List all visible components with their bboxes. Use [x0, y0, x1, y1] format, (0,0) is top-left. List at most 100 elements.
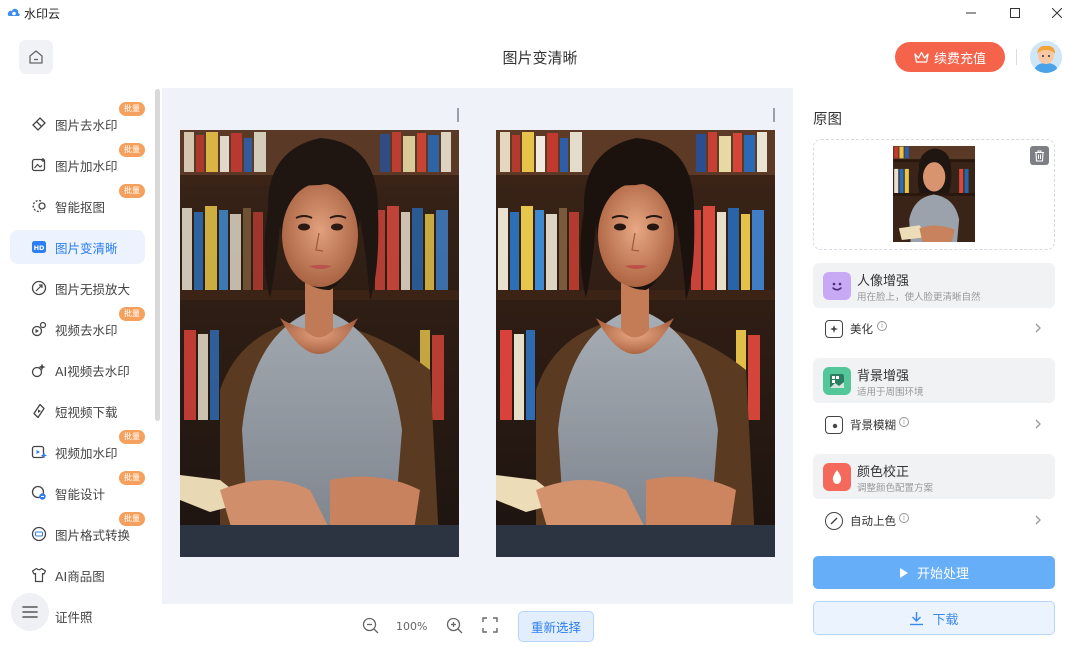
maximize-button[interactable] [992, 0, 1038, 26]
play-icon [899, 567, 908, 578]
download-icon [910, 611, 924, 625]
feature-background-enhance[interactable]: 背景增强 适用于周围环境 [813, 358, 1055, 403]
after-image [496, 130, 775, 557]
feature-subtitle: 调整颜色配置方案 [857, 483, 934, 494]
zoom-bar [162, 604, 793, 648]
sidebar-item-ai-product-image[interactable]: AI商品图 [10, 558, 145, 592]
video-add-icon [31, 444, 47, 460]
info-icon[interactable]: i [899, 417, 909, 427]
fit-screen-button[interactable] [481, 616, 499, 634]
feature-title: 人像增强 [857, 274, 910, 289]
delete-image-button[interactable] [1030, 146, 1049, 165]
sidebar-item-label: 短视频下载 [55, 404, 118, 420]
header-divider [1016, 49, 1017, 65]
close-button[interactable] [1034, 0, 1080, 26]
avatar-icon [1030, 41, 1062, 73]
batch-badge: 批量 [119, 184, 145, 198]
option-beautify[interactable]: 美化 i [813, 309, 1055, 349]
start-label: 开始处理 [916, 567, 969, 582]
feature-portrait-enhance[interactable]: 人像增强 用在脸上，使人脸更清晰自然 [813, 263, 1055, 308]
feature-subtitle: 用在脸上，使人脸更清晰自然 [857, 292, 981, 303]
panel-divider-left [457, 108, 459, 122]
sidebar-item-label: 智能设计 [55, 486, 106, 502]
sidebar-item-label: AI商品图 [55, 568, 105, 584]
sidebar-item-label: 图片格式转换 [55, 527, 131, 543]
option-label: 自动上色 [850, 514, 896, 528]
option-background-blur[interactable]: 背景模糊 i [813, 405, 1055, 445]
avatar[interactable] [1030, 41, 1062, 73]
info-icon[interactable]: i [877, 321, 887, 331]
chevron-right-icon [1035, 419, 1041, 429]
crown-icon [914, 51, 929, 63]
download-label: 下载 [932, 612, 959, 628]
feature-title: 背景增强 [857, 369, 910, 384]
landscape-grid-icon [823, 367, 851, 395]
panel-divider-right [773, 108, 775, 122]
batch-badge: 批量 [119, 512, 145, 526]
menu-button[interactable] [11, 593, 49, 631]
format-convert-icon [31, 526, 47, 542]
sidebar-item-label: 视频去水印 [55, 322, 118, 338]
sidebar-item-label: 图片加水印 [55, 158, 118, 174]
sidebar-item-smart-cutout[interactable]: 智能抠图 批量 [10, 184, 145, 223]
video-erase-icon [31, 321, 47, 337]
recharge-button[interactable]: 续费充值 [895, 42, 1005, 72]
sidebar-item-label: 图片去水印 [55, 117, 118, 133]
sidebar-item-smart-design[interactable]: 智能设计 批量 [10, 471, 145, 510]
sidebar-item-image-enhance[interactable]: HD 图片变清晰 [10, 230, 145, 264]
sidebar-item-label: 证件照 [55, 609, 93, 625]
menu-icon [22, 606, 38, 618]
trash-icon [1035, 149, 1044, 162]
zoom-in-button[interactable] [445, 616, 463, 634]
zoom-in-icon [446, 617, 462, 633]
fullscreen-icon [482, 617, 498, 633]
sidebar-item-video-remove-watermark[interactable]: 视频去水印 批量 [10, 307, 145, 346]
chevron-right-icon [1035, 515, 1041, 525]
start-process-button[interactable]: 开始处理 [813, 556, 1055, 589]
tshirt-icon [31, 567, 47, 583]
sidebar-item-image-add-watermark[interactable]: 图片加水印 批量 [10, 143, 145, 182]
batch-badge: 批量 [119, 143, 145, 157]
minimize-button[interactable] [948, 0, 994, 26]
close-icon [1052, 8, 1062, 18]
info-icon[interactable]: i [899, 513, 909, 523]
design-icon [31, 485, 47, 501]
sidebar-item-image-remove-watermark[interactable]: 图片去水印 批量 [10, 102, 145, 141]
drop-icon [823, 463, 851, 491]
recharge-label: 续费充值 [933, 51, 986, 67]
sidebar-item-ai-video-remove-watermark[interactable]: AI视频去水印 [10, 353, 145, 387]
minimize-icon [966, 12, 976, 14]
option-auto-colorize[interactable]: 自动上色 i [813, 501, 1055, 541]
svg-text:HD: HD [34, 244, 45, 252]
short-video-icon [31, 403, 47, 419]
batch-badge: 批量 [119, 307, 145, 321]
reselect-button[interactable]: 重新选择 [518, 611, 594, 642]
sidebar-item-video-add-watermark[interactable]: 视频加水印 批量 [10, 430, 145, 469]
cutout-icon [31, 198, 47, 214]
original-thumbnail [893, 146, 975, 242]
sidebar-item-label: 图片变清晰 [55, 240, 118, 256]
sidebar-item-label: 视频加水印 [55, 445, 118, 461]
sidebar-item-short-video-download[interactable]: 短视频下载 [10, 394, 145, 428]
title-bar: 水印云 [0, 0, 1080, 26]
sidebar-scrollbar[interactable] [155, 89, 160, 421]
sidebar-item-label: AI视频去水印 [55, 363, 130, 379]
image-add-icon [31, 157, 47, 173]
sidebar-item-format-convert[interactable]: 图片格式转换 批量 [10, 512, 145, 551]
zoom-out-icon [362, 617, 378, 633]
batch-badge: 批量 [119, 102, 145, 116]
sidebar-item-lossless-upscale[interactable]: 图片无损放大 [10, 271, 145, 305]
feature-color-correction[interactable]: 颜色校正 调整颜色配置方案 [813, 454, 1055, 499]
download-button[interactable]: 下载 [813, 601, 1055, 635]
upscale-icon [31, 280, 47, 296]
blur-icon [825, 416, 843, 434]
sidebar-item-label: 智能抠图 [55, 199, 106, 215]
option-label: 背景模糊 [850, 418, 896, 432]
option-label: 美化 [850, 322, 873, 336]
chevron-right-icon [1035, 323, 1041, 333]
maximize-icon [1010, 8, 1020, 18]
before-image [180, 130, 459, 557]
zoom-out-button[interactable] [361, 616, 379, 634]
batch-badge: 批量 [119, 430, 145, 444]
ai-video-icon [31, 362, 47, 378]
